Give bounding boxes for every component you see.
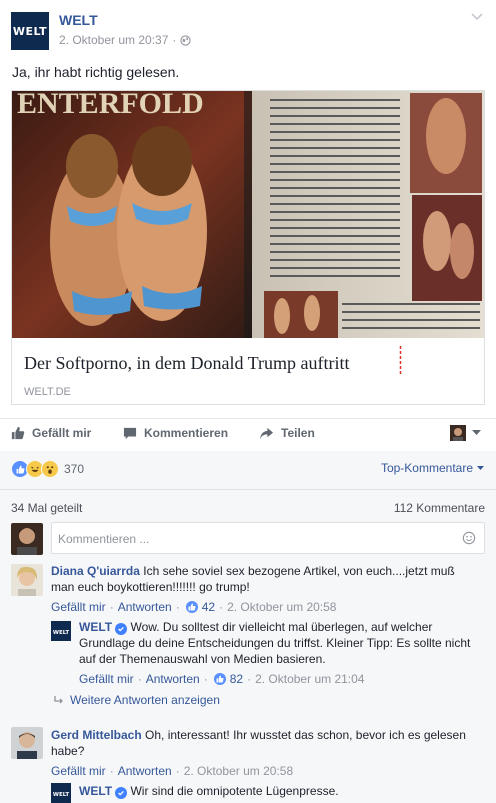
link-title[interactable]: Der Softporno, in dem Donald Trump auftr… [24, 353, 349, 374]
comment-input-placeholder: Kommentieren ... [58, 532, 150, 546]
more-replies-link[interactable]: Weitere Antworten anzeigen [54, 693, 220, 707]
share-count[interactable]: 34 Mal geteilt [11, 501, 82, 515]
reply-avatar[interactable]: WELT [51, 621, 71, 641]
reply-like-count[interactable]: 82 [230, 671, 243, 687]
dot-separator: · [219, 600, 224, 614]
reply-comment: WELT Wir sind die omnipotente Lügenpress… [79, 783, 479, 799]
emoji-icon[interactable] [462, 531, 476, 545]
link-domain: WELT.DE [24, 386, 71, 398]
comment-sort-label: Top-Kommentare [380, 461, 473, 475]
verified-badge-icon [115, 787, 128, 799]
comment-like-count[interactable]: 42 [202, 599, 215, 615]
post-header: WELT WELT 2. Oktober um 20:37 · [0, 0, 496, 60]
comment-button[interactable]: Kommentieren [123, 426, 228, 440]
dot-separator: · [109, 600, 114, 614]
reply-arrow-icon [54, 696, 63, 704]
like-button[interactable]: Gefällt mir [11, 426, 91, 440]
like-count-icon [213, 673, 226, 685]
dot-separator: · [203, 672, 208, 686]
comment: Diana Q'uiarrda Ich sehe soviel sex bezo… [51, 563, 481, 615]
reaction-count[interactable]: 370 [64, 462, 84, 476]
svg-text:WELT: WELT [53, 630, 69, 636]
posting-as-selector[interactable] [450, 425, 481, 441]
more-replies-label: Weitere Antworten anzeigen [70, 693, 220, 707]
reply-author[interactable]: WELT [79, 784, 112, 798]
comment-author[interactable]: Gerd Mittelbach [51, 728, 142, 742]
globe-icon [180, 34, 192, 46]
reply-time[interactable]: 2. Oktober um 21:04 [255, 671, 364, 687]
feedback-area: 370 Top-Kommentare 34 Mal geteilt 112 Ko… [0, 451, 496, 803]
link-preview-card[interactable]: ENTERFOLD Der Softporno, in dem Donald T… [11, 90, 485, 405]
post-meta: 2. Oktober um 20:37 · [59, 33, 192, 47]
dot-separator: · [137, 672, 142, 686]
comment-actions: Gefällt mir · Antworten · 2. Oktober um … [51, 763, 481, 779]
share-button[interactable]: Teilen [259, 426, 315, 440]
post-action-bar: Gefällt mir Kommentieren Teilen [0, 418, 496, 451]
user-avatar [450, 425, 466, 441]
comment-author[interactable]: Diana Q'uiarrda [51, 564, 140, 578]
verified-badge-icon [115, 623, 128, 635]
reply-actions: Gefällt mir · Antworten · 82 · 2. Oktobe… [79, 671, 479, 687]
comment-input[interactable]: Kommentieren ... [51, 522, 485, 554]
text-cursor-icon [399, 346, 402, 374]
reply-reply-link[interactable]: Antworten [146, 671, 200, 687]
comment-actions: Gefällt mir · Antworten · 42 · 2. Oktobe… [51, 599, 481, 615]
comment-sort-dropdown[interactable]: Top-Kommentare [381, 461, 484, 475]
commenter-avatar[interactable] [11, 727, 43, 759]
like-count-icon [185, 601, 198, 613]
wow-reaction-icon [41, 460, 59, 478]
page-name-link[interactable]: WELT [59, 12, 98, 28]
share-label: Teilen [281, 426, 315, 440]
reply-text: Wow. Du solltest dir vielleicht mal über… [79, 620, 471, 666]
caret-down-icon [472, 430, 481, 435]
comment-reply-link[interactable]: Antworten [118, 763, 172, 779]
comment-label: Kommentieren [144, 426, 229, 440]
comment-like-link[interactable]: Gefällt mir [51, 763, 106, 779]
thumbs-up-icon [11, 426, 25, 440]
post-date[interactable]: 2. Oktober um 20:37 [59, 33, 168, 47]
comment-time[interactable]: 2. Oktober um 20:58 [184, 763, 293, 779]
reply-avatar[interactable]: WELT [51, 783, 71, 803]
reply-comment: WELT Wow. Du solltest dir vielleicht mal… [79, 619, 479, 687]
reply-like-link[interactable]: Gefällt mir [79, 671, 134, 687]
post-text: Ja, ihr habt richtig gelesen. [12, 64, 180, 80]
reply-author[interactable]: WELT [79, 620, 112, 634]
comment-reply-link[interactable]: Antworten [118, 599, 172, 615]
caret-down-icon [477, 465, 484, 470]
comment: Gerd Mittelbach Oh, interessant! Ihr wus… [51, 727, 481, 779]
svg-text:WELT: WELT [53, 792, 69, 798]
svg-text:ENTERFOLD: ENTERFOLD [17, 91, 204, 120]
dot-separator: · [175, 764, 180, 778]
comment-icon [123, 427, 137, 439]
commenter-avatar[interactable] [11, 564, 43, 596]
composer-avatar [11, 523, 43, 555]
chevron-down-icon[interactable] [470, 12, 484, 22]
meta-separator: · [172, 33, 177, 47]
welt-logo[interactable]: WELT [11, 12, 49, 50]
link-preview-image[interactable]: ENTERFOLD [12, 91, 484, 338]
dot-separator: · [247, 672, 252, 686]
reaction-summary[interactable]: 370 [11, 460, 84, 478]
comment-like-link[interactable]: Gefällt mir [51, 599, 106, 615]
share-comment-count-row: 34 Mal geteilt 112 Kommentare [0, 489, 496, 518]
like-label: Gefällt mir [32, 426, 92, 440]
share-arrow-icon [260, 427, 273, 439]
dot-separator: · [175, 600, 180, 614]
comment-count[interactable]: 112 Kommentare [394, 501, 485, 515]
dot-separator: · [109, 764, 114, 778]
reply-text: Wir sind die omnipotente Lügenpresse. [130, 784, 339, 798]
comment-time[interactable]: 2. Oktober um 20:58 [227, 599, 336, 615]
